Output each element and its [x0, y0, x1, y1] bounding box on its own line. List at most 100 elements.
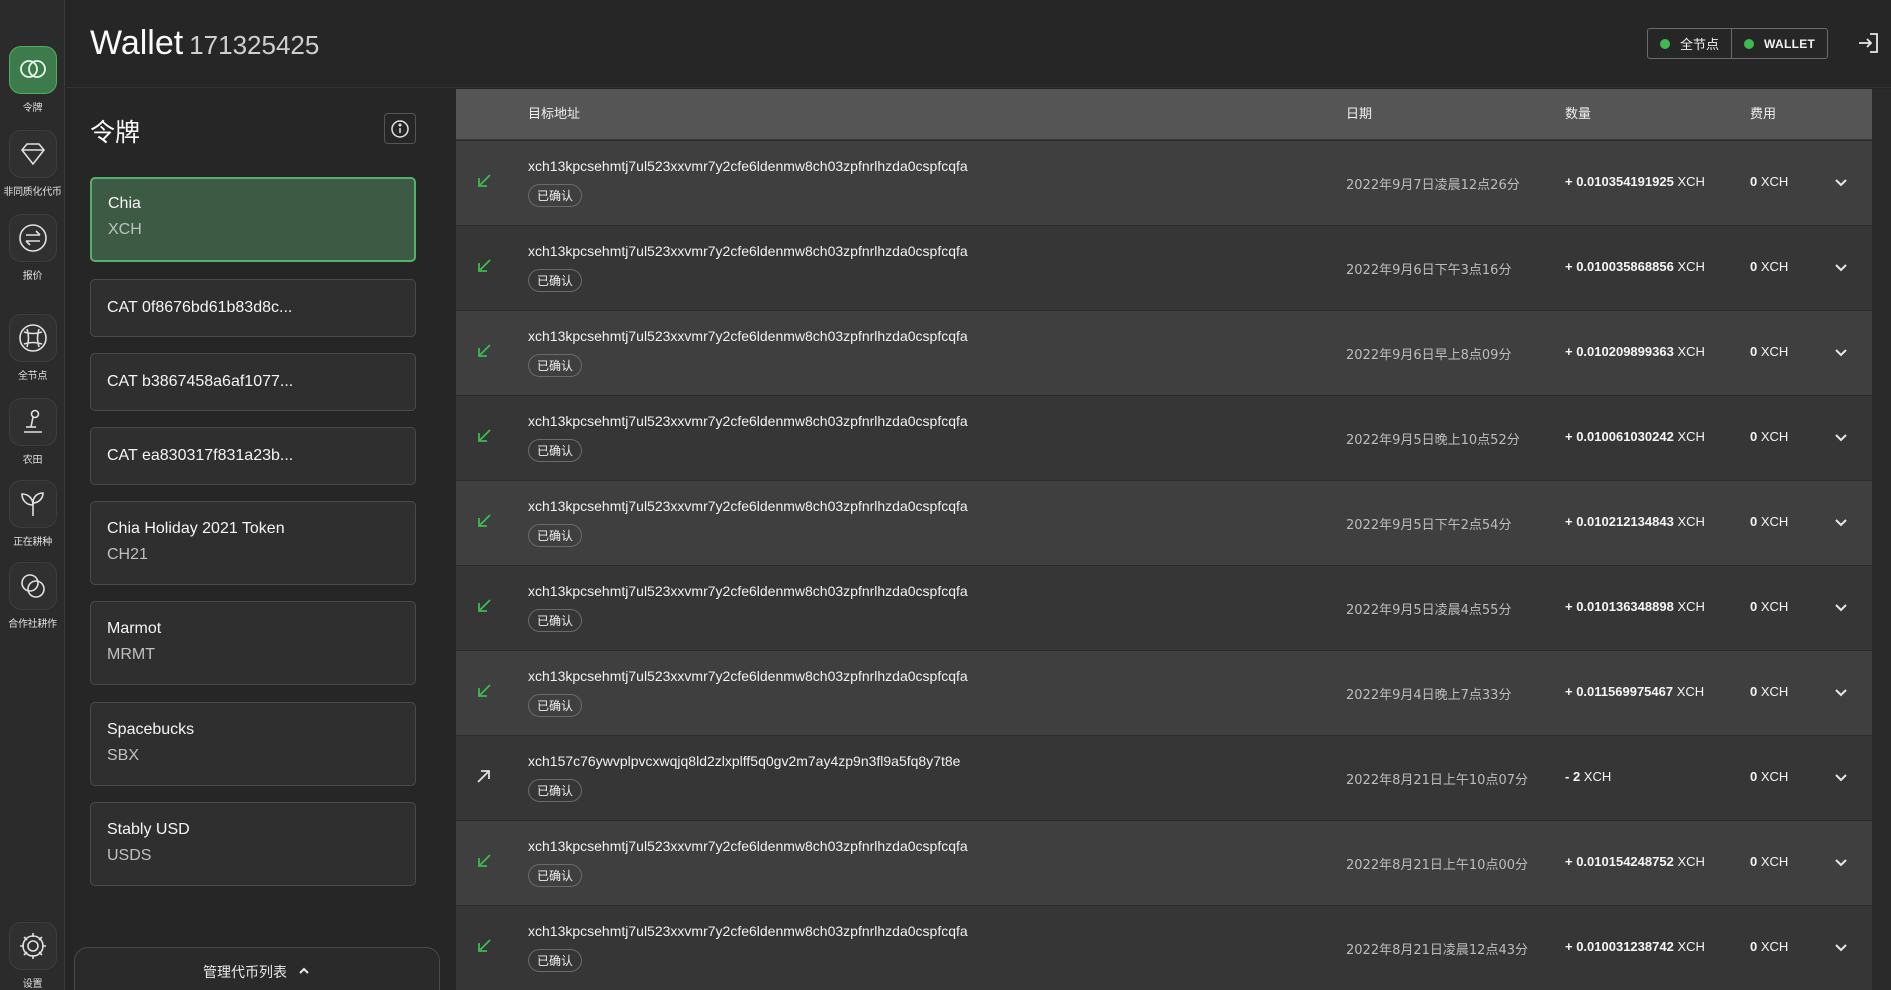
wallet-status-label: WALLET [1764, 36, 1816, 51]
table-row[interactable]: xch13kpcsehmtj7ul523xxvmr7y2cfe6ldenmw8c… [456, 140, 1872, 225]
nav-item-nft[interactable]: 非同质化代币 [0, 130, 65, 198]
fee-unit: XCH [1760, 259, 1789, 274]
nav-rail: 令牌 非同质化代币 报价 全节点 农田 正在耕种 合作社耕作 设置 [0, 0, 65, 990]
token-name: Chia [108, 195, 141, 212]
fee-value: 0 [1750, 939, 1758, 954]
table-row[interactable]: xch13kpcsehmtj7ul523xxvmr7y2cfe6ldenmw8c… [456, 565, 1872, 650]
token-item-spacebucks[interactable]: Spacebucks SBX [90, 702, 416, 786]
incoming-arrow-icon [478, 684, 491, 697]
transaction-amount: + 0.010031238742 XCH [1565, 939, 1705, 954]
nav-item-offers[interactable]: 报价 [0, 214, 65, 282]
amount-unit: XCH [1677, 939, 1705, 954]
transaction-fee: 0 XCH [1750, 599, 1788, 614]
fee-value: 0 [1750, 599, 1758, 614]
token-symbol: CH21 [107, 546, 148, 563]
table-row[interactable]: xch13kpcsehmtj7ul523xxvmr7y2cfe6ldenmw8c… [456, 905, 1872, 990]
fee-unit: XCH [1760, 854, 1789, 869]
chevron-down-icon[interactable] [1832, 343, 1850, 361]
transaction-date: 2022年8月21日凌晨12点43分 [1346, 943, 1528, 958]
transaction-date: 2022年9月5日下午2点54分 [1346, 518, 1512, 533]
fee-unit: XCH [1760, 599, 1789, 614]
table-row[interactable]: xch13kpcsehmtj7ul523xxvmr7y2cfe6ldenmw8c… [456, 395, 1872, 480]
nav-item-tokens[interactable]: 令牌 [0, 46, 65, 114]
logout-icon[interactable] [1855, 30, 1881, 56]
info-button[interactable] [384, 113, 416, 144]
fee-unit: XCH [1760, 429, 1789, 444]
wallet-status[interactable]: WALLET [1731, 29, 1827, 58]
token-name: Marmot [107, 620, 162, 637]
amount-unit: XCH [1677, 429, 1705, 444]
status-badge: 已确认 [528, 609, 583, 632]
status-badge: 已确认 [528, 779, 583, 802]
full-node-status-label: 全节点 [1680, 37, 1720, 52]
transaction-date: 2022年9月6日下午3点16分 [1346, 263, 1512, 278]
table-row[interactable]: xch13kpcsehmtj7ul523xxvmr7y2cfe6ldenmw8c… [456, 820, 1872, 905]
target-address: xch13kpcsehmtj7ul523xxvmr7y2cfe6ldenmw8c… [528, 328, 968, 344]
amount-unit: XCH [1677, 344, 1705, 359]
transaction-fee: 0 XCH [1750, 769, 1788, 784]
page-title-text: Wallet [90, 24, 184, 62]
nav-item-pool[interactable]: 合作社耕作 [0, 562, 65, 630]
status-badge: 已确认 [528, 524, 583, 547]
fee-unit: XCH [1760, 344, 1789, 359]
nav-item-farm[interactable]: 农田 [0, 398, 65, 466]
table-row[interactable]: xch13kpcsehmtj7ul523xxvmr7y2cfe6ldenmw8c… [456, 650, 1872, 735]
transaction-date: 2022年8月21日上午10点07分 [1346, 773, 1528, 788]
status-badge: 已确认 [528, 864, 583, 887]
transaction-fee: 0 XCH [1750, 854, 1788, 869]
table-row[interactable]: xch13kpcsehmtj7ul523xxvmr7y2cfe6ldenmw8c… [456, 225, 1872, 310]
nav-item-full-node[interactable]: 全节点 [0, 314, 65, 382]
chevron-down-icon[interactable] [1832, 513, 1850, 531]
chevron-down-icon[interactable] [1832, 428, 1850, 446]
transaction-amount: + 0.011569975467 XCH [1565, 684, 1704, 699]
column-header-date: 日期 [1346, 107, 1373, 122]
table-row[interactable]: xch13kpcsehmtj7ul523xxvmr7y2cfe6ldenmw8c… [456, 310, 1872, 395]
tokens-icon [8, 46, 57, 94]
transaction-fee: 0 XCH [1750, 259, 1788, 274]
nav-item-plotting[interactable]: 正在耕种 [0, 480, 65, 548]
amount-unit: XCH [1676, 684, 1705, 699]
settings-icon [8, 922, 57, 970]
incoming-arrow-icon [478, 174, 491, 187]
scrollbar-track[interactable] [1872, 89, 1891, 990]
fee-value: 0 [1750, 514, 1758, 529]
chevron-down-icon[interactable] [1832, 768, 1850, 786]
amount-value: + 0.011569975467 [1565, 684, 1674, 699]
chevron-down-icon[interactable] [1832, 938, 1850, 956]
amount-value: + 0.010154248752 [1565, 854, 1674, 869]
token-item-stably-usd[interactable]: Stably USD USDS [90, 802, 416, 886]
manage-token-list-button[interactable]: 管理代币列表 [74, 947, 440, 990]
transaction-date: 2022年8月21日上午10点00分 [1346, 858, 1528, 873]
target-address: xch13kpcsehmtj7ul523xxvmr7y2cfe6ldenmw8c… [528, 498, 968, 514]
target-address: xch157c76ywvplpvcxwqjq8ld2zlxplff5q0gv2m… [528, 753, 961, 769]
chevron-down-icon[interactable] [1832, 598, 1850, 616]
amount-value: + 0.010061030242 [1565, 429, 1674, 444]
status-badge: 已确认 [528, 949, 583, 972]
token-item-cat-b386[interactable]: CAT b3867458a6af1077... [90, 353, 416, 411]
full-node-status[interactable]: 全节点 [1648, 29, 1731, 58]
table-row[interactable]: xch157c76ywvplpvcxwqjq8ld2zlxplff5q0gv2m… [456, 735, 1872, 820]
transaction-date: 2022年9月5日晚上10点52分 [1346, 433, 1520, 448]
token-name: CAT 0f8676bd61b83d8c... [107, 299, 293, 316]
token-item-ch21[interactable]: Chia Holiday 2021 Token CH21 [90, 501, 416, 585]
token-item-cat-0f86[interactable]: CAT 0f8676bd61b83d8c... [90, 279, 416, 337]
connection-status-group: 全节点 WALLET [1647, 28, 1829, 59]
info-icon [391, 119, 409, 138]
outgoing-arrow-icon [477, 770, 490, 783]
wallet-app: 令牌 非同质化代币 报价 全节点 农田 正在耕种 合作社耕作 设置 Wallet… [0, 0, 1891, 990]
fee-value: 0 [1750, 344, 1758, 359]
target-address: xch13kpcsehmtj7ul523xxvmr7y2cfe6ldenmw8c… [528, 413, 968, 429]
chevron-down-icon[interactable] [1832, 258, 1850, 276]
amount-unit: XCH [1677, 259, 1705, 274]
nav-item-settings[interactable]: 设置 [0, 922, 65, 990]
fee-value: 0 [1750, 854, 1758, 869]
token-item-cat-ea83[interactable]: CAT ea830317f831a23b... [90, 427, 416, 485]
token-item-chia[interactable]: Chia XCH [90, 177, 416, 262]
status-badge: 已确认 [528, 439, 583, 462]
chevron-down-icon[interactable] [1832, 853, 1850, 871]
amount-value: + 0.010212134843 [1565, 514, 1674, 529]
table-row[interactable]: xch13kpcsehmtj7ul523xxvmr7y2cfe6ldenmw8c… [456, 480, 1872, 565]
chevron-down-icon[interactable] [1832, 173, 1850, 191]
token-item-marmot[interactable]: Marmot MRMT [90, 601, 416, 685]
chevron-down-icon[interactable] [1832, 683, 1850, 701]
